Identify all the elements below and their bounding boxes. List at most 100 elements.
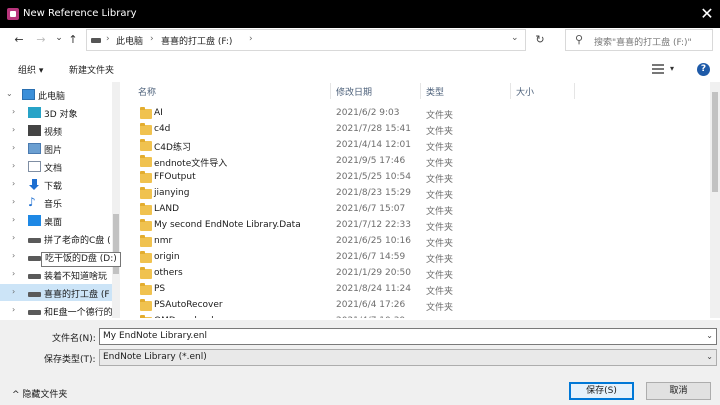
chevron-right-icon[interactable]: › [12,305,15,314]
folder-icon [140,139,152,151]
file-row[interactable]: FFOutput 2021/5/25 10:54 文件夹 [124,170,594,186]
chevron-right-icon[interactable]: › [12,197,15,206]
file-row[interactable]: jianying 2021/8/23 15:29 文件夹 [124,186,594,202]
drive-icon [28,251,41,262]
sidebar-item-label: 下载 [44,182,63,192]
sidebar-item[interactable]: › 图片 [0,140,112,157]
file-row[interactable]: C4D练习 2021/4/14 12:01 文件夹 [124,138,594,154]
refresh-icon[interactable]: ↻ [530,30,550,50]
chevron-right-icon[interactable]: › [12,143,15,152]
filetype-label: 保存类型(T): [44,355,96,365]
sidebar-item-label: 图片 [44,146,63,156]
chevron-right-icon[interactable]: › [12,107,15,116]
chevron-down-icon[interactable]: ⌄ [6,89,13,98]
column-header-date[interactable]: 修改日期 [336,82,420,100]
filetype-value: EndNote Library (*.enl) [103,352,207,362]
navigation-pane-scrollbar[interactable] [112,82,120,318]
breadcrumb-separator: › [150,34,154,44]
forward-arrow-icon[interactable]: → [32,31,50,49]
sidebar-item-label: 拼了老命的C盘 ( [44,236,111,246]
file-type: 文件夹 [426,127,454,137]
up-arrow-icon[interactable]: ↑ [64,31,82,49]
close-button[interactable]: ✕ [697,4,717,24]
folder-icon [140,107,152,119]
sidebar-item[interactable]: › 3D 对象 [0,104,112,121]
file-type: 文件夹 [426,143,454,153]
file-row[interactable]: origin 2021/6/7 14:59 文件夹 [124,250,594,266]
pc-icon [22,89,35,100]
breadcrumb-this-pc[interactable]: 此电脑 [116,34,143,47]
scrollbar-thumb[interactable] [712,92,718,192]
sidebar-item-label: 视频 [44,128,63,138]
column-header-size[interactable]: 大小 [516,82,576,100]
filename-dropdown-icon[interactable]: ⌄ [706,331,713,340]
chevron-right-icon[interactable]: › [12,125,15,134]
search-box[interactable]: ⚲ 搜索"喜喜的打工盘 (F:)" [565,29,713,51]
column-header-name[interactable]: ^ 名称 [138,82,328,100]
back-arrow-icon[interactable]: ← [10,31,28,49]
new-folder-button[interactable]: 新建文件夹 [69,63,114,76]
chevron-right-icon[interactable]: › [12,287,15,296]
organize-button[interactable]: 组织 ▾ [18,63,43,76]
view-dropdown-icon[interactable]: ▾ [670,64,674,73]
file-row[interactable]: My second EndNote Library.Data 2021/7/12 … [124,218,594,234]
file-name: LAND [154,204,180,214]
breadcrumb-drive-f[interactable]: 喜喜的打工盘 (F:) [161,34,232,47]
navigation-pane: ⌄ 此电脑 › 3D 对象 › 视频 › 图片 › 文档 › 下载 › ♪ 音乐 › 桌面 › 拼了老命的C盘 (›… [0,82,122,318]
file-type: 文件夹 [426,316,453,318]
file-row[interactable]: others 2021/1/29 20:50 文件夹 [124,266,594,282]
file-type: 文件夹 [426,175,454,185]
file-type: 文件夹 [426,239,454,249]
filetype-select[interactable]: EndNote Library (*.enl) ⌄ [99,349,717,366]
video-icon [28,125,41,136]
chevron-right-icon[interactable]: › [12,251,15,260]
file-row[interactable]: LAND 2021/6/7 15:07 文件夹 [124,202,594,218]
save-button[interactable]: 保存(S) [569,382,634,400]
file-name: PSAutoRecover [154,300,223,310]
folder-icon [140,219,152,231]
chevron-right-icon[interactable]: › [12,161,15,170]
sidebar-item-label: 文档 [44,164,63,174]
file-name: My second EndNote Library.Data [154,220,301,230]
sidebar-item-label: 此电脑 [38,92,66,102]
file-row[interactable]: PSAutoRecover 2021/6/4 17:26 文件夹 [124,298,594,314]
file-name: jianying [154,188,190,198]
file-row[interactable]: nmr 2021/6/25 10:16 文件夹 [124,234,594,250]
chevron-right-icon[interactable]: › [12,269,15,278]
filename-input[interactable]: My EndNote Library.enl ⌄ [99,328,717,345]
sidebar-item[interactable]: › 下载 [0,176,112,193]
file-row[interactable]: endnote文件导入 2021/9/5 17:46 文件夹 [124,154,594,170]
command-toolbar: 组织 ▾ 新建文件夹 ▾ ? [0,58,720,80]
chevron-right-icon[interactable]: › [12,215,15,224]
folder-icon [140,315,152,318]
chevron-right-icon[interactable]: › [12,233,15,242]
sidebar-item[interactable]: › 和E盘一个德行的 [0,302,113,318]
view-options-icon[interactable] [652,64,664,74]
file-date: 2021/8/23 15:29 [336,188,411,198]
address-bar[interactable]: › 此电脑 › 喜喜的打工盘 (F:) › [86,29,526,51]
filetype-dropdown-icon[interactable]: ⌄ [706,352,713,361]
sidebar-item[interactable]: › 文档 [0,158,112,175]
file-list-scrollbar[interactable] [710,82,720,318]
file-date: 2021/7/12 22:33 [336,220,411,230]
address-dropdown-icon[interactable]: ⌄ [511,33,519,43]
folder-icon [140,283,152,295]
help-icon[interactable]: ? [697,63,710,76]
breadcrumb-separator: › [249,34,253,44]
sidebar-item[interactable]: ⌄ 此电脑 [0,86,112,103]
hide-folders-toggle[interactable]: ^ 隐藏文件夹 [12,387,67,400]
file-row[interactable]: PS 2021/8/24 11:24 文件夹 [124,282,594,298]
file-row[interactable]: AI 2021/6/2 9:03 文件夹 [124,106,594,122]
sidebar-item[interactable]: › ♪ 音乐 [0,194,112,211]
file-row[interactable]: c4d 2021/7/28 15:41 文件夹 [124,122,594,138]
cancel-button[interactable]: 取消 [646,382,711,400]
sidebar-item[interactable]: › 视频 [0,122,112,139]
sidebar-item[interactable]: › 拼了老命的C盘 ( [0,230,112,247]
sidebar-item[interactable]: › 桌面 [0,212,112,229]
sidebar-item-label: 桌面 [44,218,63,228]
sidebar-item[interactable]: › 喜喜的打工盘 (F [0,284,112,301]
chevron-right-icon[interactable]: › [12,179,15,188]
sidebar-item[interactable]: › 装着不知道啥玩 [0,266,112,283]
file-row[interactable]: QMDownload 2021/4/7 10:39 文件夹 [124,314,594,318]
column-header-type[interactable]: 类型 [426,82,510,100]
